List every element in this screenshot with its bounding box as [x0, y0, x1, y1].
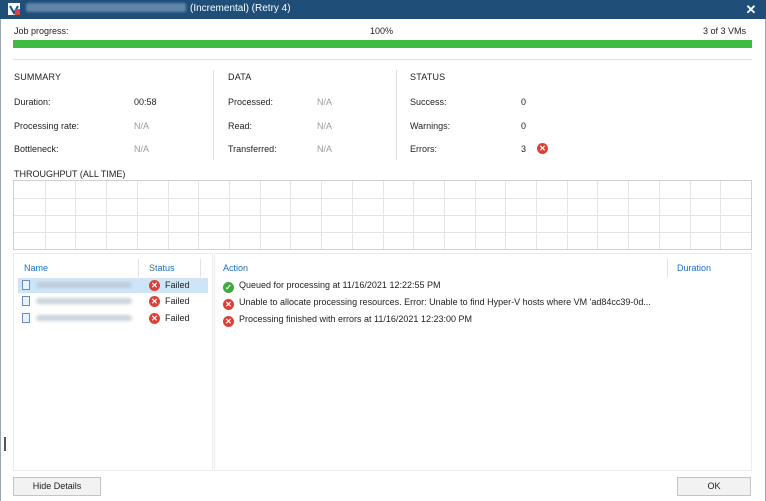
action-log-panel: Action Duration ✓ Queued for processing a… [214, 253, 752, 471]
column-divider[interactable] [200, 259, 201, 277]
vm-row[interactable]: ✕ Failed [18, 294, 208, 309]
ok-button[interactable]: OK [677, 477, 751, 496]
failed-icon: ✕ [149, 296, 160, 307]
column-header-status[interactable]: Status [149, 263, 175, 273]
column-header-action[interactable]: Action [223, 263, 248, 273]
success-label: Success: [410, 97, 447, 107]
vm-row[interactable]: ✕ Failed [18, 278, 208, 293]
job-progress-count: 3 of 3 VMs [702, 26, 746, 36]
column-header-duration[interactable]: Duration [677, 263, 711, 273]
bottleneck-label: Bottleneck: [14, 144, 59, 154]
vm-icon [22, 280, 30, 290]
vm-status: Failed [165, 313, 190, 323]
redacted-job-name [26, 3, 186, 12]
vm-icon [22, 296, 30, 306]
error-icon: ✕ [223, 299, 234, 310]
log-entry-text: Unable to allocate processing resources.… [239, 297, 651, 307]
job-progress-bar [13, 40, 752, 48]
data-heading: DATA [228, 72, 252, 82]
throughput-heading: THROUGHPUT (ALL TIME) [14, 169, 126, 179]
throughput-chart [13, 180, 752, 250]
status-heading: STATUS [410, 72, 446, 82]
log-entry[interactable]: ✕ Unable to allocate processing resources… [223, 297, 651, 310]
transferred-label: Transferred: [228, 144, 277, 154]
throughput-grid [14, 181, 751, 249]
failed-icon: ✕ [149, 313, 160, 324]
warnings-label: Warnings: [410, 121, 451, 131]
bottleneck-value: N/A [134, 144, 150, 154]
window-border-left [0, 19, 1, 501]
log-entry-text: Processing finished with errors at 11/16… [239, 314, 472, 324]
redacted-vm-name [36, 315, 132, 321]
redacted-vm-name [36, 282, 132, 288]
errors-label: Errors: [410, 144, 437, 154]
job-progress-fill [13, 40, 752, 48]
read-value: N/A [317, 121, 333, 131]
success-check-icon: ✓ [223, 282, 234, 293]
log-entry[interactable]: ✕ Processing finished with errors at 11/1… [223, 314, 472, 327]
column-divider[interactable] [667, 259, 668, 277]
error-icon: ✕ [537, 143, 548, 154]
processing-rate-label: Processing rate: [14, 121, 80, 131]
column-divider[interactable] [138, 259, 139, 277]
log-entry[interactable]: ✓ Queued for processing at 11/16/2021 12:… [223, 280, 440, 293]
divider [213, 70, 214, 160]
read-label: Read: [228, 121, 253, 131]
warnings-value: 0 [521, 121, 527, 131]
divider [396, 70, 397, 160]
duration-label: Duration: [14, 97, 51, 107]
processed-label: Processed: [228, 97, 274, 107]
veeam-app-icon [8, 3, 20, 15]
vm-row[interactable]: ✕ Failed [18, 311, 208, 326]
success-value: 0 [521, 97, 527, 107]
hide-details-button[interactable]: Hide Details [13, 477, 101, 496]
vm-status: Failed [165, 296, 190, 306]
log-entry-text: Queued for processing at 11/16/2021 12:2… [239, 280, 441, 290]
failed-icon: ✕ [149, 280, 160, 291]
title-bar: (Incremental) (Retry 4) ✕ [0, 0, 766, 19]
errors-value: 3 [521, 144, 527, 154]
resize-grip[interactable] [4, 437, 6, 451]
close-icon[interactable]: ✕ [742, 0, 760, 19]
vm-list-panel: Name Status ✕ Failed ✕ Failed ✕ Failed [13, 253, 213, 471]
vm-status: Failed [165, 280, 190, 290]
processed-value: N/A [317, 97, 333, 107]
job-progress-percent: 100% [370, 26, 394, 36]
column-header-name[interactable]: Name [24, 263, 48, 273]
duration-value: 00:58 [134, 97, 157, 107]
transferred-value: N/A [317, 144, 333, 154]
window-title: (Incremental) (Retry 4) [26, 3, 291, 14]
error-icon: ✕ [223, 316, 234, 327]
vm-icon [22, 313, 30, 323]
redacted-vm-name [36, 298, 132, 304]
divider [13, 59, 752, 60]
window-title-suffix: (Incremental) (Retry 4) [190, 3, 291, 14]
processing-rate-value: N/A [134, 121, 150, 131]
summary-heading: SUMMARY [14, 72, 62, 82]
job-progress-label: Job progress: [14, 26, 69, 36]
